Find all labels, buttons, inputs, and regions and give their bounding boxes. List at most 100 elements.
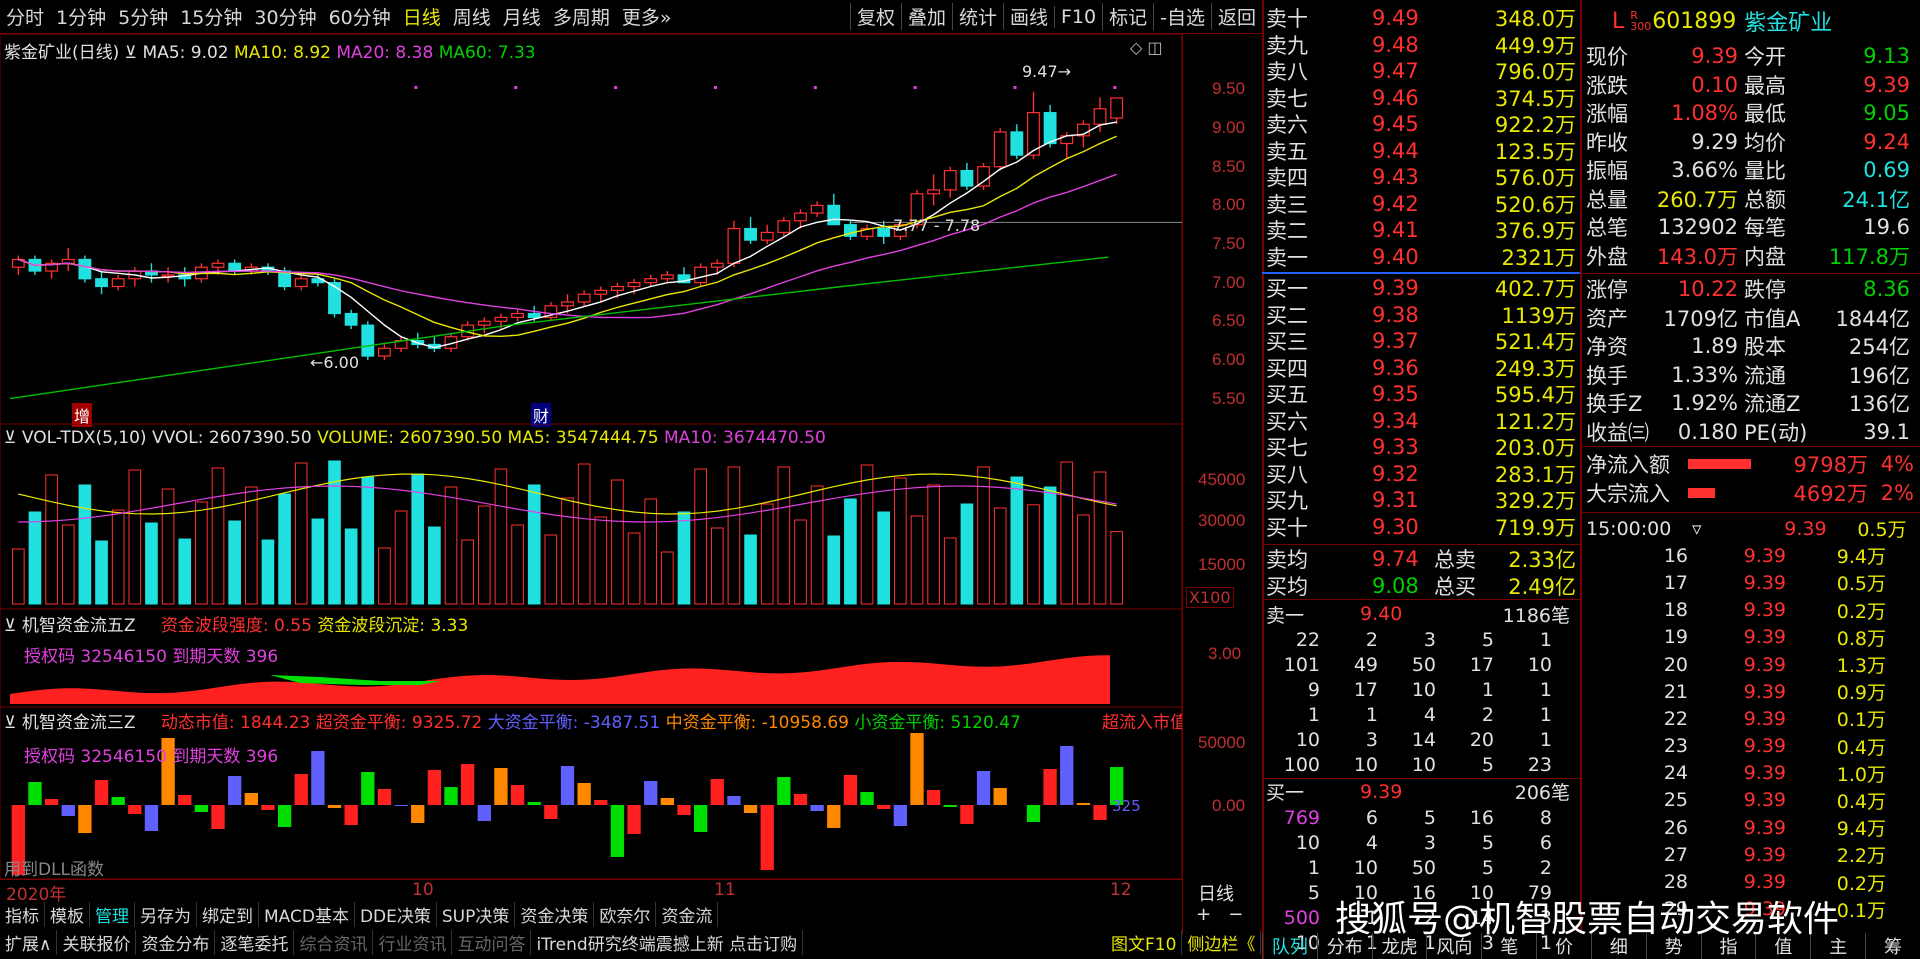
period-6[interactable]: 日线 — [397, 3, 447, 30]
candle[interactable] — [544, 301, 558, 322]
volume-bar[interactable] — [694, 468, 707, 605]
period-2[interactable]: 5分钟 — [112, 3, 174, 30]
volume-bar[interactable] — [894, 477, 907, 605]
flow3-bar[interactable] — [111, 797, 125, 805]
buy-row[interactable]: 买四 9.36 249.3万 — [1262, 355, 1580, 382]
candle[interactable] — [877, 220, 891, 244]
flow3-bar[interactable] — [793, 794, 808, 805]
volume-bar[interactable] — [960, 503, 974, 605]
volume-chart[interactable] — [0, 424, 1262, 609]
flow3-bar[interactable] — [893, 805, 907, 826]
candle[interactable] — [378, 344, 391, 360]
volume-bar[interactable] — [810, 485, 824, 605]
indicator-tool-9[interactable]: 欧奈尔 — [594, 901, 657, 927]
candle[interactable] — [294, 274, 308, 291]
candle[interactable] — [660, 271, 674, 283]
flow3-bar[interactable] — [94, 780, 109, 805]
candle[interactable] — [943, 166, 957, 198]
candle[interactable] — [777, 216, 791, 237]
sidebar-button[interactable]: 侧边栏《 — [1182, 929, 1262, 955]
flow3-bar[interactable] — [377, 789, 392, 805]
flow3-bar[interactable] — [910, 733, 924, 805]
sell-row[interactable]: 卖五 9.44 123.5万 — [1262, 138, 1580, 165]
flow3-bar[interactable] — [710, 779, 724, 805]
period-8[interactable]: 月线 — [497, 3, 547, 30]
volume-bar[interactable] — [744, 534, 757, 605]
tool-button-7[interactable]: 返回 — [1210, 3, 1262, 30]
volume-bar[interactable] — [993, 507, 1007, 605]
candle[interactable] — [577, 290, 591, 306]
candle[interactable] — [511, 309, 524, 322]
flow3-bar[interactable] — [494, 768, 508, 805]
candle[interactable] — [594, 286, 608, 302]
volume-bar[interactable] — [178, 538, 192, 605]
volume-bar[interactable] — [444, 486, 458, 605]
chevron-down-icon[interactable]: ⊻ — [4, 616, 16, 636]
volume-bar[interactable] — [145, 522, 158, 605]
flow3-bar[interactable] — [926, 790, 941, 805]
indicator-tool-1[interactable]: 模板 — [45, 901, 90, 927]
flow3-bar[interactable] — [261, 805, 275, 810]
period-0[interactable]: 分时 — [0, 3, 50, 30]
indicator-tool-6[interactable]: DDE决策 — [355, 901, 437, 927]
indicator-tool-7[interactable]: SUP决策 — [437, 901, 516, 927]
period-4[interactable]: 30分钟 — [248, 3, 322, 30]
kline-chart[interactable] — [0, 34, 1262, 424]
buy-row[interactable]: 买六 9.34 121.2万 — [1262, 408, 1580, 435]
flow3-bar[interactable] — [194, 805, 209, 812]
candle[interactable] — [810, 201, 824, 217]
candle[interactable] — [411, 332, 425, 349]
volume-bar[interactable] — [61, 524, 75, 605]
flow3-bar[interactable] — [128, 805, 142, 814]
flow3-bar[interactable] — [444, 787, 458, 805]
volume-bar[interactable] — [28, 511, 42, 605]
candle[interactable] — [927, 174, 941, 206]
flow3-bar[interactable] — [544, 805, 558, 819]
candle[interactable] — [960, 162, 974, 190]
volume-bar[interactable] — [794, 519, 807, 605]
flow3-bar[interactable] — [78, 805, 92, 833]
buy-row[interactable]: 买九 9.31 329.2万 — [1262, 487, 1580, 514]
flow3-bar[interactable] — [277, 805, 292, 827]
candle[interactable] — [694, 263, 708, 287]
flow3-bar[interactable] — [394, 805, 408, 806]
volume-bar[interactable] — [294, 462, 308, 605]
volume-bar[interactable] — [477, 505, 491, 605]
candle[interactable] — [744, 216, 757, 244]
flow3-bar[interactable] — [877, 805, 891, 809]
flow3-bar[interactable] — [211, 805, 225, 829]
volume-bar[interactable] — [544, 534, 558, 605]
flow3-bar[interactable] — [244, 793, 258, 805]
volume-bar[interactable] — [977, 466, 990, 605]
candle[interactable] — [178, 267, 192, 287]
volume-bar[interactable] — [428, 526, 441, 605]
flow3-bar[interactable] — [427, 770, 442, 805]
volume-bar[interactable] — [1077, 514, 1090, 605]
flow3-bar[interactable] — [44, 799, 59, 805]
flow3-bar[interactable] — [28, 782, 42, 805]
volume-bar[interactable] — [228, 520, 241, 605]
volume-bar[interactable] — [527, 484, 541, 605]
volume-bar[interactable] — [644, 498, 658, 605]
volume-bar[interactable] — [727, 466, 741, 605]
flow3-bar[interactable] — [477, 805, 491, 821]
volume-bar[interactable] — [111, 509, 125, 605]
sell-row[interactable]: 卖八 9.47 796.0万 — [1262, 58, 1580, 85]
flow3-bar[interactable] — [344, 805, 358, 825]
info-tool-4[interactable]: 综合资讯 — [294, 929, 374, 955]
candle[interactable] — [727, 220, 741, 268]
info-tool-1[interactable]: 关联报价 — [57, 929, 137, 955]
buy-row[interactable]: 买五 9.35 595.4万 — [1262, 381, 1580, 408]
flow3-bar[interactable] — [178, 795, 192, 805]
flow3-bar[interactable] — [677, 805, 691, 815]
info-tool-5[interactable]: 行业资讯 — [373, 929, 453, 955]
candle[interactable] — [145, 263, 158, 283]
chevron-down-icon[interactable]: ⊻ — [4, 713, 16, 733]
volume-bar[interactable] — [760, 503, 774, 605]
volume-bar[interactable] — [1043, 486, 1057, 605]
flow3-bar[interactable] — [1026, 805, 1041, 822]
candle[interactable] — [344, 309, 358, 329]
flow3-bar[interactable] — [644, 781, 658, 805]
tool-button-3[interactable]: 画线 — [1002, 3, 1054, 30]
volume-bar[interactable] — [95, 540, 108, 605]
